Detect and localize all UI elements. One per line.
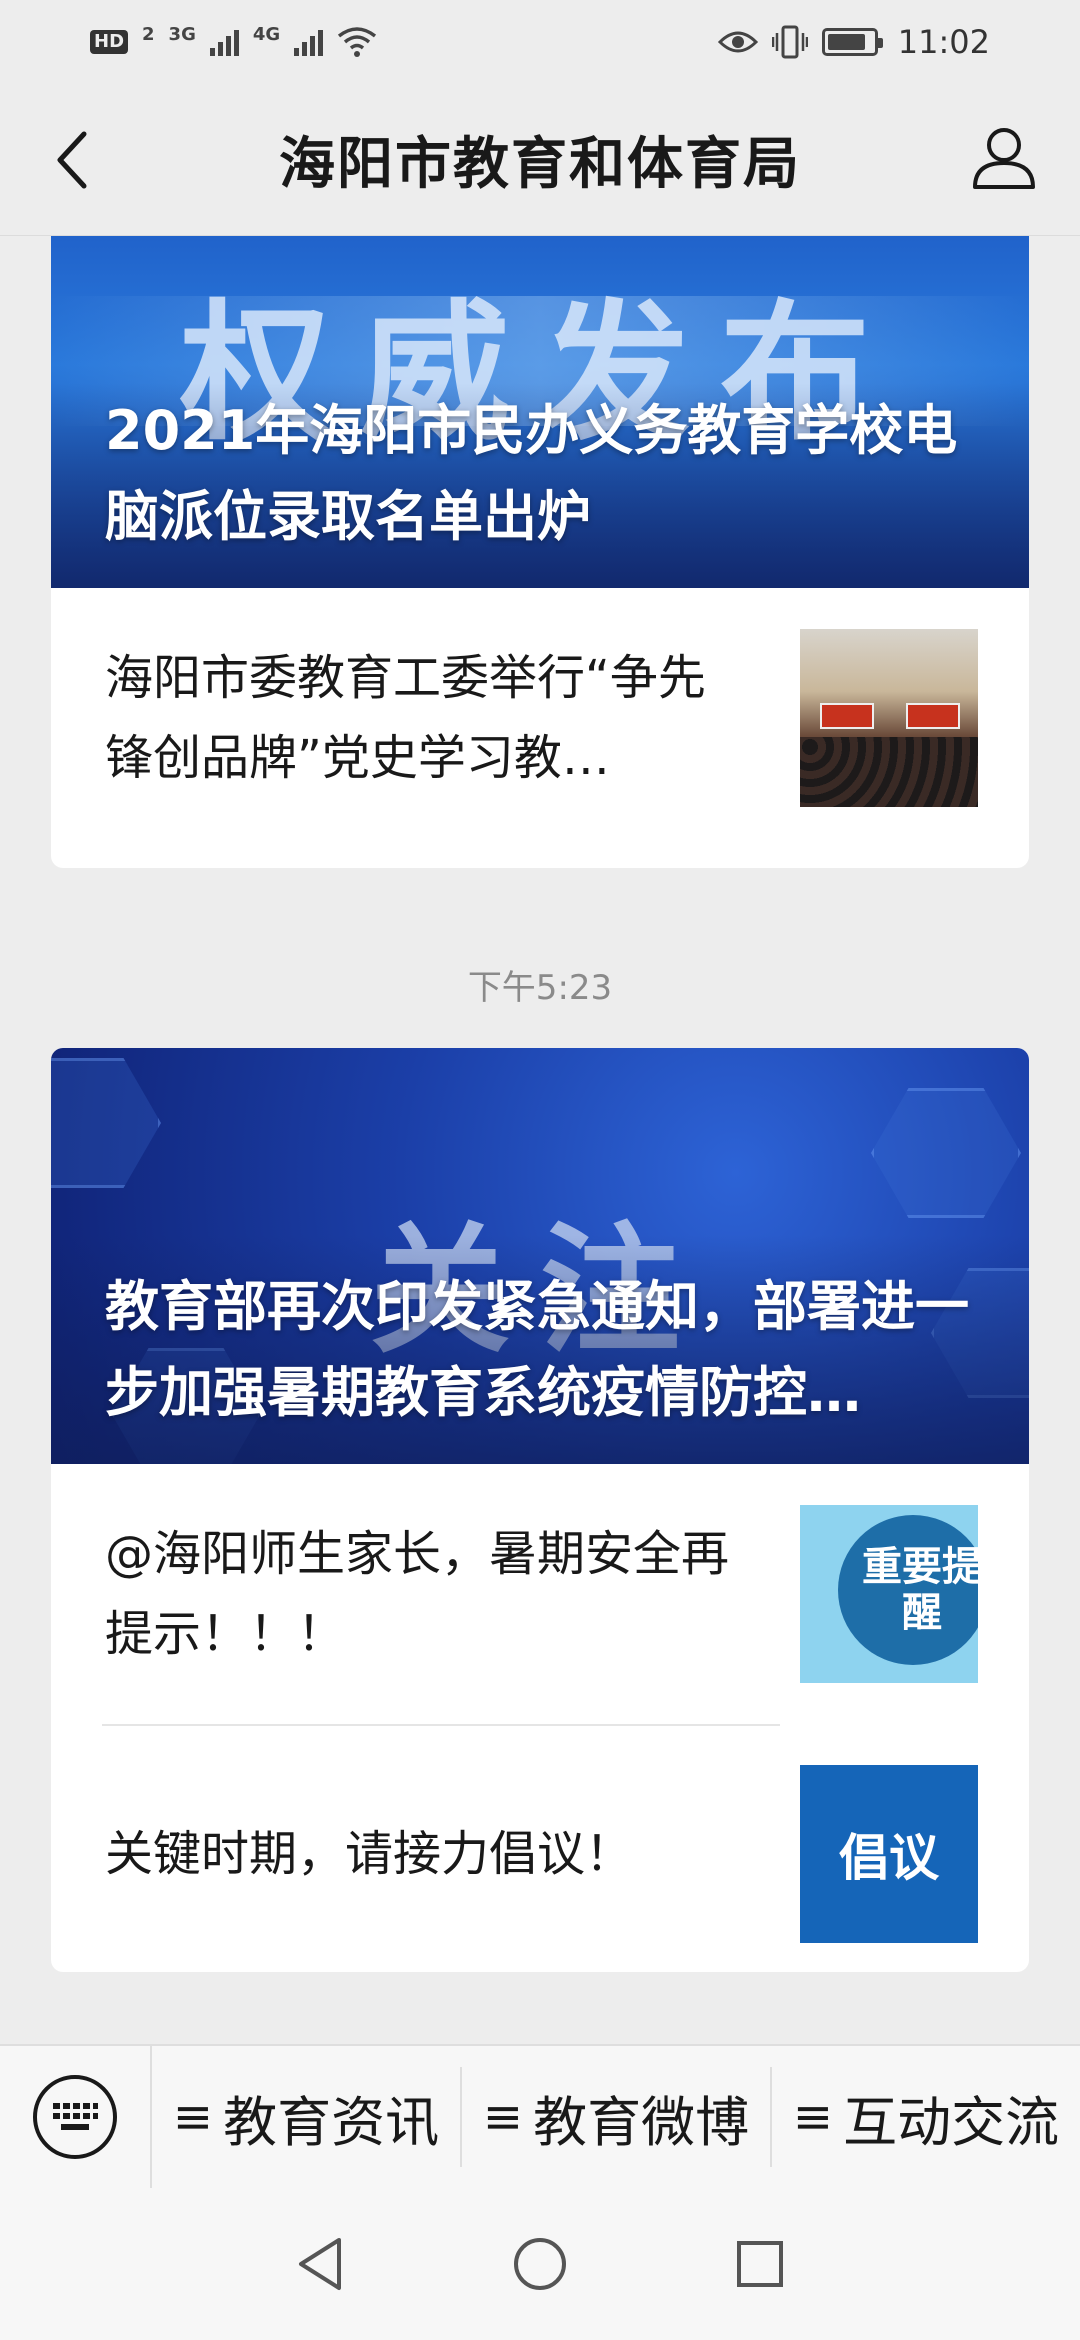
list-item[interactable]: @海阳师生家长，暑期安全再提示！！！ 重要提醒	[51, 1464, 1029, 1724]
message-timestamp: 下午5:23	[467, 968, 613, 1008]
screen-shape	[820, 703, 874, 729]
circle-home-icon	[514, 2238, 566, 2290]
hexagon-decoration	[51, 1058, 161, 1188]
vibrate-icon	[771, 25, 808, 59]
system-back-button[interactable]	[285, 2229, 355, 2299]
cover-title: 教育部再次印发紧急通知，部署进一步加强暑期教育系统疫情防控…	[105, 1275, 969, 1424]
cover-title: 2021年海阳市民办义务教育学校电脑派位录取名单出炉	[105, 399, 958, 548]
user-icon	[973, 128, 1035, 189]
article-cover[interactable]: 关注 教育部再次印发紧急通知，部署进一步加强暑期教育系统疫情防控…	[51, 1048, 1029, 1464]
official-account-menu: ≡ 教育资讯 ≡ 教育微博 ≡ 互动交流	[0, 2044, 1080, 2189]
network-type-1: 3G	[168, 23, 196, 45]
sim-index: 2	[142, 23, 155, 45]
clock: 11:02	[897, 23, 990, 61]
list-item[interactable]: 关键时期，请接力倡议！ 倡议	[51, 1724, 1029, 1972]
triangle-back-icon	[299, 2238, 341, 2290]
meeting-thumbnail	[800, 629, 978, 807]
keyboard-toggle-button[interactable]	[0, 2045, 152, 2189]
wifi-icon	[338, 27, 377, 57]
signal-1-icon	[209, 28, 239, 56]
network-type-2: 4G	[252, 23, 281, 45]
square-recents-icon	[737, 2241, 783, 2287]
status-right: 11:02	[717, 23, 990, 61]
nav-header: 海阳市教育和体育局	[0, 84, 1080, 236]
battery-icon	[821, 28, 883, 56]
menu-list-icon: ≡	[482, 2089, 524, 2145]
profile-button[interactable]	[964, 118, 1044, 198]
crowd-shape	[800, 737, 978, 807]
system-navigation-bar	[0, 2188, 1080, 2340]
back-button[interactable]	[36, 124, 108, 196]
proposal-thumbnail: 倡议	[800, 1765, 978, 1943]
proposal-thumbnail-text: 倡议	[839, 1829, 939, 1887]
menu-item-label: 教育微博	[533, 2090, 750, 2154]
message-feed[interactable]: 权威发布 2021年海阳市民办义务教育学校电脑派位录取名单出炉 海阳市委教育工委…	[0, 236, 1080, 2044]
menu-item-interaction[interactable]: ≡ 互动交流	[772, 2067, 1080, 2167]
menu-item-label: 教育资讯	[223, 2090, 440, 2154]
menu-list-icon: ≡	[792, 2089, 834, 2145]
article-card: 关注 教育部再次印发紧急通知，部署进一步加强暑期教育系统疫情防控… @海阳师生家…	[51, 1048, 1029, 1972]
system-recents-button[interactable]	[725, 2229, 795, 2299]
signal-2-icon	[294, 28, 324, 56]
page-title: 海阳市教育和体育局	[279, 132, 801, 197]
screen-shape	[906, 703, 960, 729]
eye-icon	[717, 31, 758, 53]
status-bar: HD 2 3G 4G 11:02	[0, 0, 1080, 84]
menu-item-education-news[interactable]: ≡ 教育资讯	[152, 2067, 462, 2167]
reminder-thumbnail-text: 重要提醒	[838, 1515, 978, 1665]
chevron-left-icon	[57, 131, 87, 189]
menu-list-icon: ≡	[172, 2089, 214, 2145]
list-item-title: 关键时期，请接力倡议！	[105, 1826, 634, 1882]
article-cover[interactable]: 权威发布 2021年海阳市民办义务教育学校电脑派位录取名单出炉	[51, 236, 1029, 588]
article-card: 权威发布 2021年海阳市民办义务教育学校电脑派位录取名单出炉 海阳市委教育工委…	[51, 236, 1029, 868]
menu-item-education-weibo[interactable]: ≡ 教育微博	[462, 2067, 772, 2167]
list-item[interactable]: 海阳市委教育工委举行“争先锋创品牌”党史学习教…	[51, 588, 1029, 848]
menu-item-label: 互动交流	[843, 2090, 1060, 2154]
reminder-thumbnail: 重要提醒	[800, 1505, 978, 1683]
hd-badge: HD	[90, 30, 129, 54]
list-item-title: @海阳师生家长，暑期安全再提示！！！	[105, 1526, 730, 1662]
system-home-button[interactable]	[505, 2229, 575, 2299]
status-left: HD 2 3G 4G	[90, 23, 377, 58]
keyboard-icon	[33, 2075, 117, 2159]
list-item-title: 海阳市委教育工委举行“争先锋创品牌”党史学习教…	[105, 650, 706, 786]
